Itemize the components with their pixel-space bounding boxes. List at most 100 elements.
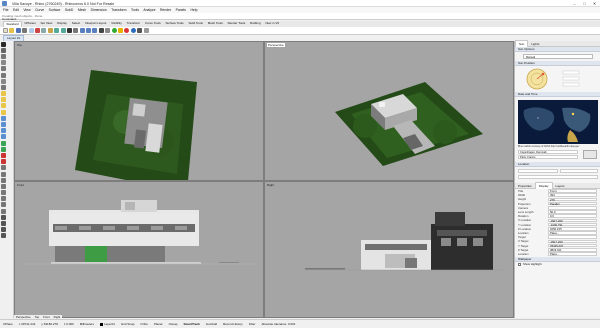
copy-object-icon[interactable] <box>0 190 6 196</box>
tab-display[interactable]: Display <box>534 182 553 189</box>
undo-icon[interactable] <box>54 27 60 33</box>
rectangle-icon[interactable] <box>0 84 6 90</box>
earth-map-icon[interactable] <box>518 100 598 144</box>
array-icon[interactable] <box>0 214 6 220</box>
menu-surface[interactable]: Surface <box>49 8 61 12</box>
hatch-icon[interactable] <box>0 233 6 239</box>
maximize-button[interactable]: □ <box>580 1 589 6</box>
mirror-icon[interactable] <box>0 208 6 214</box>
prop-value[interactable]: Place... <box>548 231 597 235</box>
prop-value[interactable]: 3250.155 <box>548 226 597 231</box>
prop-value[interactable]: -3917.200 <box>548 239 597 244</box>
menu-render[interactable]: Render <box>160 8 171 12</box>
prop-value[interactable]: -1000.791 <box>548 222 597 227</box>
menu-curve[interactable]: Curve <box>35 8 44 12</box>
cylinder-icon[interactable] <box>0 128 6 134</box>
box-icon[interactable] <box>0 115 6 121</box>
select-icon[interactable] <box>111 27 117 33</box>
prop-value[interactable]: 3819.011 <box>548 247 597 252</box>
viewport-perspective[interactable]: Perspective <box>264 41 514 181</box>
trim-icon[interactable] <box>0 165 6 171</box>
arc-icon[interactable] <box>0 78 6 84</box>
prop-value[interactable]: 494 <box>548 193 597 198</box>
status-layer[interactable]: Layer01 <box>104 322 115 326</box>
menu-edit[interactable]: Edit <box>13 8 19 12</box>
rotate-icon[interactable] <box>0 196 6 202</box>
menu-file[interactable]: File <box>3 8 8 12</box>
four-views-icon[interactable] <box>105 27 111 33</box>
status-planar[interactable]: Planar <box>154 322 163 326</box>
polyline-icon[interactable] <box>0 60 6 66</box>
options-icon[interactable] <box>137 27 143 33</box>
menu-dimension[interactable]: Dimension <box>91 8 107 12</box>
prop-value[interactable]: 0.0 <box>548 214 597 219</box>
help-icon[interactable] <box>143 27 149 33</box>
sun-compass-icon[interactable] <box>515 66 600 92</box>
timezone-field[interactable] <box>518 175 598 179</box>
text-icon[interactable] <box>0 227 6 233</box>
prop-value[interactable]: Front <box>548 189 597 193</box>
menu-subd[interactable]: SubD <box>65 8 73 12</box>
status-record-history[interactable]: Record History <box>223 322 243 326</box>
paste-icon[interactable] <box>47 27 53 33</box>
join-icon[interactable] <box>0 171 6 177</box>
boolean-icon[interactable] <box>0 152 6 158</box>
new-file-icon[interactable] <box>3 27 8 33</box>
prop-value[interactable]: 78445.207 <box>548 243 597 248</box>
curve-icon[interactable] <box>0 66 6 72</box>
tab-sun[interactable]: Sun <box>515 40 529 47</box>
status-osnap[interactable]: Osnap <box>169 322 178 326</box>
prop-value[interactable]: 50.0 <box>548 210 597 214</box>
viewport-tab-right[interactable]: Right <box>52 315 63 319</box>
location-button[interactable] <box>583 150 597 159</box>
loft-icon[interactable] <box>0 109 6 115</box>
menu-analyze[interactable]: Analyze <box>143 8 155 12</box>
prop-value[interactable]: Place... <box>548 252 597 256</box>
status-grid-snap[interactable]: Grid Snap <box>121 322 135 326</box>
viewport-front[interactable]: Front <box>14 181 264 318</box>
minimize-button[interactable]: – <box>570 1 579 6</box>
extrude-icon[interactable] <box>0 103 6 109</box>
prop-value[interactable] <box>548 235 597 239</box>
render-icon[interactable] <box>124 27 130 33</box>
material-icon[interactable] <box>130 27 136 33</box>
tab-layers[interactable]: Layers <box>553 183 568 189</box>
mesh-box-icon[interactable] <box>0 146 6 152</box>
status-smarttrack[interactable]: SmartTrack <box>183 322 199 326</box>
tab-lights[interactable]: Lights <box>528 41 542 47</box>
copy-icon[interactable] <box>41 27 47 33</box>
status-ortho[interactable]: Ortho <box>140 322 148 326</box>
status-units[interactable]: Millimeters <box>80 322 94 326</box>
dimension-icon[interactable] <box>0 221 6 227</box>
split-icon[interactable] <box>0 159 6 165</box>
viewport-tab-top[interactable]: Top <box>33 315 42 319</box>
location-item[interactable]: Paris, France <box>518 155 578 159</box>
plane-icon[interactable] <box>0 97 6 103</box>
move-icon[interactable] <box>0 183 6 189</box>
rotate-view-icon[interactable] <box>73 27 79 33</box>
latitude-field[interactable] <box>518 169 558 173</box>
import-icon[interactable] <box>28 27 34 33</box>
menu-panels[interactable]: Panels <box>176 8 186 12</box>
prop-value[interactable]: Parallel <box>548 201 597 206</box>
status-gumball[interactable]: Gumball <box>206 322 217 326</box>
viewport-tab-front[interactable]: Front <box>41 315 52 319</box>
menu-transform[interactable]: Transform <box>111 8 126 12</box>
light-icon[interactable] <box>118 27 124 33</box>
redo-icon[interactable] <box>60 27 66 33</box>
save-icon[interactable] <box>15 27 21 33</box>
menu-tools[interactable]: Tools <box>131 8 139 12</box>
circle-icon[interactable] <box>0 72 6 78</box>
scale-icon[interactable] <box>0 202 6 208</box>
prop-value[interactable]: -3917.200 <box>548 218 597 223</box>
status-filter[interactable]: Filter <box>249 322 256 326</box>
select-arrow-icon[interactable] <box>0 41 6 47</box>
tab-properties[interactable]: Properties <box>515 183 535 189</box>
explode-icon[interactable] <box>0 177 6 183</box>
menu-view[interactable]: View <box>23 8 30 12</box>
earth-map[interactable] <box>518 100 598 144</box>
viewport-right[interactable]: Right <box>264 181 514 318</box>
viewport-tab-perspective[interactable]: Perspective <box>14 315 33 319</box>
print-icon[interactable] <box>22 27 28 33</box>
prop-value[interactable]: 278 <box>548 197 597 202</box>
